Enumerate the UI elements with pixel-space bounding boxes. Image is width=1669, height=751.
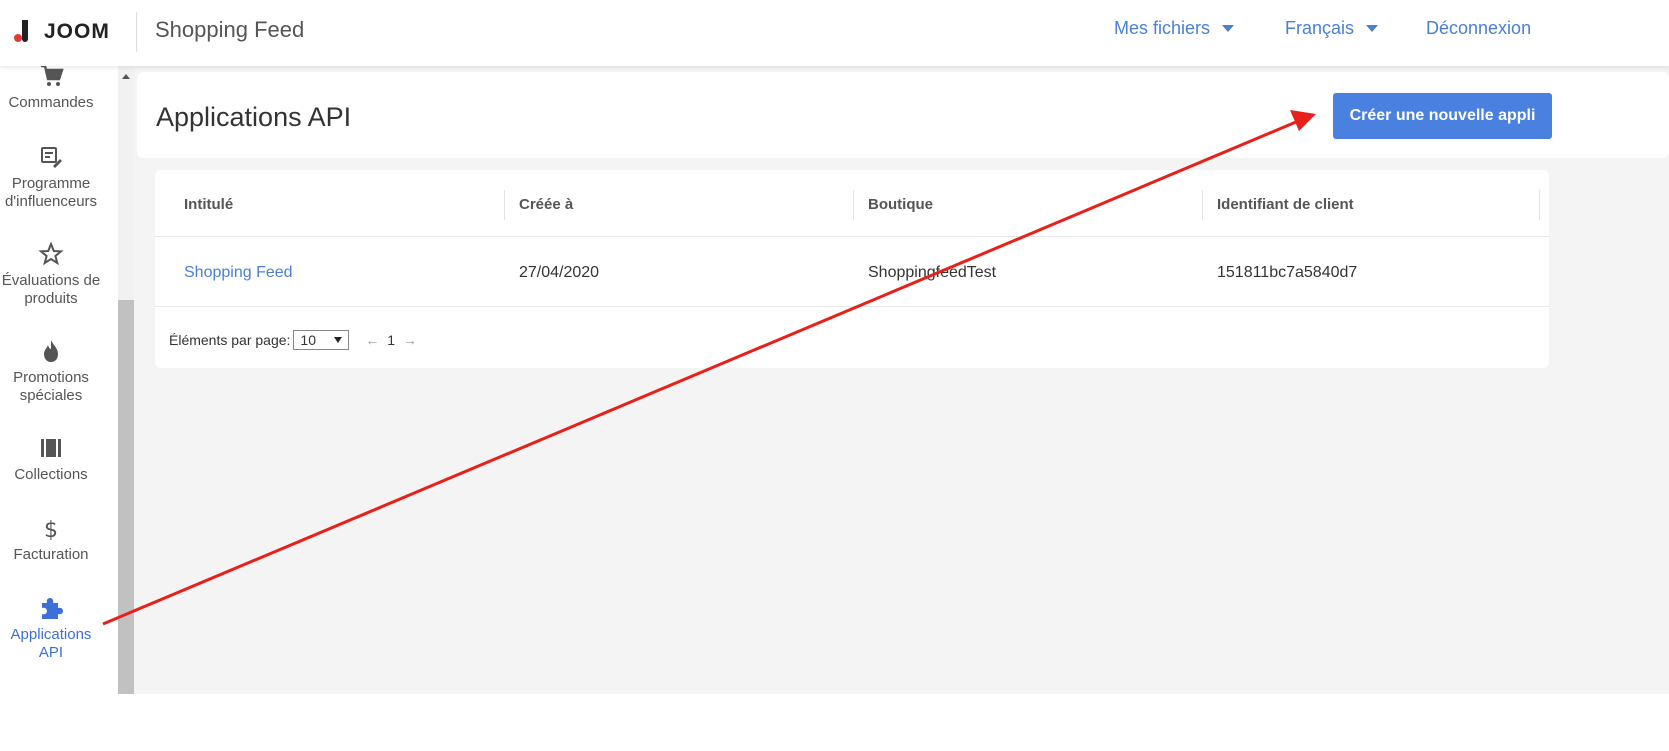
created-date: 27/04/2020 <box>519 264 600 281</box>
flame-icon <box>44 340 58 362</box>
column-header-title[interactable]: Intitulé <box>184 196 233 213</box>
column-divider <box>1539 190 1540 220</box>
app-title: Shopping Feed <box>155 17 305 42</box>
current-page-number[interactable]: 1 <box>387 332 395 348</box>
star-icon <box>38 242 64 266</box>
cart-icon <box>41 66 64 86</box>
next-page-arrow[interactable]: → <box>403 332 417 348</box>
column-header-client-id[interactable]: Identifiant de client <box>1217 196 1354 213</box>
files-menu[interactable]: Mes fichiers <box>1114 18 1235 39</box>
api-apps-table: Intitulé Créée à Boutique Identifiant de… <box>155 170 1549 368</box>
sidebar-item-label: Promotions spéciales <box>13 369 89 404</box>
svg-text:$: $ <box>44 518 58 540</box>
files-menu-label: Mes fichiers <box>1114 18 1211 38</box>
joom-logo[interactable]: JOOM <box>14 14 110 50</box>
puzzle-icon <box>42 598 63 619</box>
logo-text: JOOM <box>44 20 110 43</box>
app-name-link[interactable]: Shopping Feed <box>184 264 293 282</box>
sidebar-item-label: Commandes <box>8 94 94 111</box>
page-header: Applications API Créer une nouvelle appl… <box>137 72 1669 158</box>
sidebar-item-influencers[interactable]: Programme d'influenceurs <box>0 145 102 211</box>
influencer-icon <box>41 147 62 168</box>
column-divider <box>1202 190 1203 220</box>
create-new-app-button[interactable]: Créer une nouvelle appli <box>1333 93 1552 139</box>
sidebar-item-orders[interactable]: Commandes <box>0 66 102 112</box>
prev-page-arrow[interactable]: ← <box>365 332 379 348</box>
scroll-up-arrow-icon[interactable] <box>122 74 130 79</box>
page-title: Applications API <box>156 102 352 132</box>
table-divider <box>155 306 1549 307</box>
sidebar-item-collections[interactable]: Collections <box>0 436 102 484</box>
page-navigation: ← 1 → <box>365 332 417 348</box>
sidebar-item-promotions[interactable]: Promotions spéciales <box>0 339 102 405</box>
logout-label: Déconnexion <box>1426 18 1532 38</box>
sidebar-item-label: Collections <box>14 466 88 483</box>
chevron-down-icon <box>1366 25 1379 32</box>
sidebar: Commandes Programme d'influenceurs Évalu… <box>0 66 118 694</box>
sidebar-item-billing[interactable]: $ Facturation <box>0 516 102 564</box>
sidebar-item-reviews[interactable]: Évaluations de produits <box>0 242 102 308</box>
per-page-value: 10 <box>300 332 316 348</box>
sidebar-scroll-thumb[interactable] <box>118 300 134 694</box>
column-header-shop[interactable]: Boutique <box>868 196 933 213</box>
per-page-label: Éléments par page: <box>169 332 291 348</box>
chevron-down-icon <box>1222 25 1235 32</box>
collections-icon <box>41 439 61 457</box>
column-divider <box>504 190 505 220</box>
bottom-blank-area <box>0 694 1669 751</box>
sidebar-item-label: Facturation <box>13 546 89 563</box>
language-menu[interactable]: Français <box>1285 18 1379 39</box>
shop-name: ShoppingfeedTest <box>868 264 997 281</box>
table-divider <box>155 236 1549 237</box>
header-divider <box>136 12 137 52</box>
sidebar-item-api-applications[interactable]: Applications API <box>0 596 102 662</box>
logout-link[interactable]: Déconnexion <box>1426 18 1531 39</box>
per-page-select[interactable]: 10 <box>293 330 350 350</box>
top-bar: JOOM Shopping Feed Mes fichiers Français… <box>0 0 1669 66</box>
dollar-icon: $ <box>44 518 58 540</box>
joom-logo-icon <box>14 18 28 46</box>
pagination: Éléments par page: 10 ← 1 → <box>169 330 417 350</box>
client-id: 151811bc7a5840d7 <box>1217 264 1358 281</box>
sidebar-item-label: Applications API <box>10 626 92 661</box>
column-divider <box>853 190 854 220</box>
main-content: Applications API Créer une nouvelle appl… <box>134 66 1669 694</box>
select-caret-icon <box>334 337 343 343</box>
sidebar-item-label: Programme d'influenceurs <box>4 175 98 210</box>
column-header-created[interactable]: Créée à <box>519 196 573 213</box>
language-menu-label: Français <box>1285 18 1355 38</box>
sidebar-item-label: Évaluations de produits <box>1 272 101 307</box>
